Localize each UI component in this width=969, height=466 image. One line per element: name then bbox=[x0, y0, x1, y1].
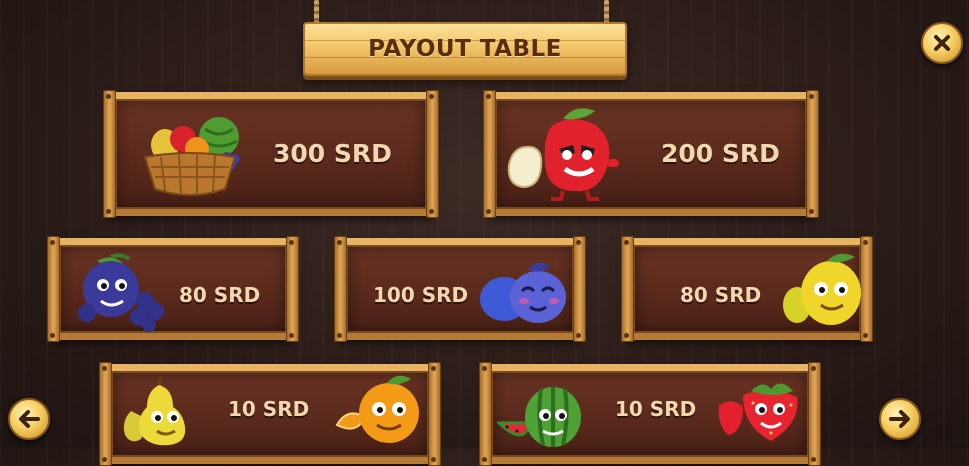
payout-value: 10 SRD bbox=[228, 397, 310, 421]
payout-value: 80 SRD bbox=[680, 283, 762, 307]
payout-panel-lemon: 80 SRD bbox=[621, 236, 873, 342]
watermelon-character-icon bbox=[497, 387, 581, 447]
payout-panel-watermelon-strawberry: 10 SRD bbox=[479, 362, 821, 466]
close-x-icon bbox=[934, 35, 950, 51]
arrow-left-icon bbox=[19, 410, 40, 428]
next-page-button[interactable] bbox=[879, 398, 921, 440]
payout-panel-plums: 100 SRD bbox=[334, 236, 586, 342]
grapes-character-icon bbox=[78, 253, 164, 332]
orange-character-icon bbox=[335, 375, 419, 443]
strawberry-character-icon bbox=[718, 383, 798, 441]
lemon-character-icon bbox=[783, 253, 861, 325]
plums-character-icon bbox=[480, 262, 566, 323]
close-button[interactable] bbox=[921, 22, 963, 64]
payout-value: 100 SRD bbox=[373, 283, 469, 307]
title-board: PAYOUT TABLE bbox=[303, 22, 627, 76]
apple-character-icon bbox=[507, 108, 619, 201]
payout-panel-apple: 200 SRD bbox=[483, 90, 819, 218]
payout-panel-fruit-basket: 300 SRD bbox=[103, 90, 439, 218]
payout-panel-pear-orange: 10 SRD bbox=[99, 362, 441, 466]
payout-value: 80 SRD bbox=[179, 283, 261, 307]
fruit-basket-icon bbox=[143, 117, 240, 196]
payout-value: 300 SRD bbox=[273, 139, 392, 168]
page-title: PAYOUT TABLE bbox=[368, 36, 562, 62]
arrow-right-icon bbox=[889, 410, 910, 428]
payout-value: 200 SRD bbox=[661, 139, 780, 168]
previous-page-button[interactable] bbox=[8, 398, 50, 440]
payout-panel-grapes: 80 SRD bbox=[47, 236, 299, 342]
payout-value: 10 SRD bbox=[615, 397, 697, 421]
pear-character-icon bbox=[123, 377, 186, 446]
